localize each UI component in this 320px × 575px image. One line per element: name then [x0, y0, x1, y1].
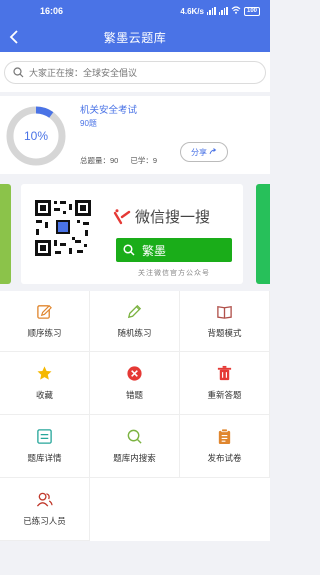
wechat-search-term: 繁墨	[142, 243, 167, 258]
star-icon	[37, 366, 52, 380]
exam-card[interactable]: 10% 机关安全考试 90题 总题量：90 已学：9 分享	[0, 96, 270, 174]
search-icon	[127, 429, 142, 444]
banner-carousel[interactable]: 微信搜一搜 繁墨 关注微信官方公众号	[0, 174, 270, 291]
share-label: 分享	[191, 147, 207, 157]
menu-item-random-practice[interactable]: 随机练习	[90, 291, 180, 352]
menu-label: 顺序练习	[27, 328, 62, 338]
menu-item-publish-paper[interactable]: 发布试卷	[180, 415, 270, 478]
menu-label: 题库详情	[27, 453, 62, 463]
banner-prev-slide[interactable]	[0, 184, 11, 284]
search-input[interactable]: 大家正在搜：全球安全倡议	[4, 61, 266, 84]
signal-icon	[206, 7, 216, 15]
menu-label: 随机练习	[117, 328, 152, 338]
chevron-left-icon	[9, 30, 18, 44]
menu-label: 收藏	[35, 390, 53, 400]
learned-count: 已学：9	[130, 156, 158, 165]
edit-square-icon	[37, 305, 52, 319]
share-icon	[209, 148, 217, 155]
status-time: 16:06	[40, 6, 64, 16]
exam-title: 机关安全考试	[80, 105, 138, 116]
progress-percent: 10%	[23, 129, 49, 143]
menu-label: 题库内搜索	[113, 453, 156, 463]
search-icon	[123, 244, 135, 256]
page-title: 繁墨云题库	[103, 30, 167, 45]
menu-label: 发布试卷	[207, 453, 242, 463]
trash-icon	[217, 365, 232, 381]
pencil-icon	[127, 304, 142, 319]
wechat-search-text: 微信搜一搜	[135, 209, 211, 226]
menu-label: 背题模式	[207, 328, 242, 338]
menu-item-wrong-questions[interactable]: 错题	[90, 352, 180, 415]
search-placeholder: 大家正在搜：全球安全倡议	[29, 68, 138, 78]
wechat-follow-text: 关注微信官方公众号	[138, 270, 210, 277]
banner-next-slide[interactable]	[256, 184, 270, 284]
menu-item-bank-search[interactable]: 题库内搜索	[90, 415, 180, 478]
detail-icon	[37, 429, 52, 444]
users-icon	[36, 492, 53, 507]
menu-item-practiced-users[interactable]: 已练习人员	[0, 478, 90, 541]
function-grid: 顺序练习 随机练习 背题模式 收藏 错题 重新答题 题库详情 题库内搜索 发布试…	[0, 291, 270, 541]
menu-label: 已练习人员	[23, 516, 66, 526]
search-icon	[13, 67, 24, 78]
exam-stats: 总题量：90 已学：9	[80, 155, 157, 166]
error-circle-icon	[127, 366, 142, 381]
network-speed: 4.6K/s	[180, 6, 204, 16]
battery-icon: 100	[243, 6, 260, 16]
status-indicators: 4.6K/s 100	[180, 6, 260, 16]
back-button[interactable]	[4, 27, 24, 47]
signal-icon-2	[218, 7, 228, 15]
menu-item-recite-mode[interactable]: 背题模式	[180, 291, 270, 352]
page-bottom	[0, 541, 270, 575]
total-questions: 总题量：90	[80, 156, 119, 165]
book-icon	[217, 306, 232, 319]
menu-item-bank-details[interactable]: 题库详情	[0, 415, 90, 478]
menu-item-sequential-practice[interactable]: 顺序练习	[0, 291, 90, 352]
wifi-icon	[231, 6, 241, 16]
exam-question-count: 90题	[80, 119, 97, 128]
menu-item-favorites[interactable]: 收藏	[0, 352, 90, 415]
menu-label: 错题	[125, 390, 143, 400]
menu-item-restart-answering[interactable]: 重新答题	[180, 352, 270, 415]
wechat-banner[interactable]: 微信搜一搜 繁墨 关注微信官方公众号	[21, 184, 243, 284]
nav-bar: 繁墨云题库	[0, 22, 270, 52]
clipboard-icon	[218, 428, 231, 445]
menu-label: 重新答题	[207, 390, 242, 400]
wechat-search-logo-icon	[113, 208, 131, 224]
qr-code-image	[33, 198, 93, 258]
status-bar: 16:06 4.6K/s 100	[0, 0, 270, 22]
share-button[interactable]: 分享	[180, 142, 228, 162]
wechat-search-title: 微信搜一搜	[113, 206, 210, 227]
search-section: 大家正在搜：全球安全倡议	[0, 52, 270, 92]
wechat-search-bar: 繁墨	[116, 238, 232, 262]
